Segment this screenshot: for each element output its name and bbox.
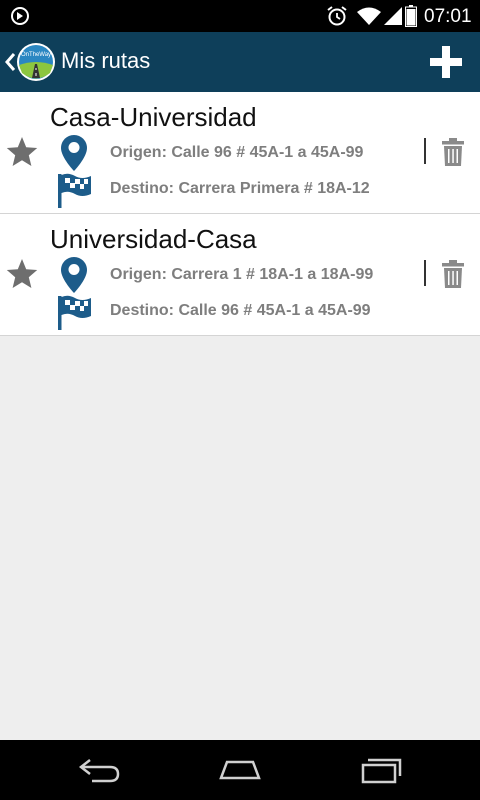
app-logo: OnTheWay [17,43,55,81]
destination-flag-icon [58,173,91,208]
signal-icon [384,7,402,25]
add-icon [430,46,462,78]
origin-pin-icon [61,257,87,293]
destination-flag-icon [58,295,91,330]
route-item[interactable]: Casa-Universidad Origen: Calle 96 # 45A-… [0,92,480,214]
vertical-divider [424,260,426,286]
home-icon [219,760,261,780]
route-list: Casa-Universidad Origen: Calle 96 # 45A-… [0,92,480,336]
route-destination: Destino: Calle 96 # 45A-1 a 45A-99 [110,302,371,319]
origin-pin-icon [61,135,87,171]
vertical-divider [424,138,426,164]
notification-icon [11,7,29,25]
up-navigation-button[interactable]: OnTheWay [0,32,56,92]
status-clock: 07:01 [424,6,472,27]
page-title: Mis rutas [61,48,151,73]
nav-recents-button[interactable] [346,750,416,790]
nav-back-button[interactable] [65,750,135,790]
route-name: Universidad-Casa [50,224,257,254]
recents-icon [361,758,402,784]
route-destination: Destino: Carrera Primera # 18A-12 [110,180,370,197]
chevron-left-icon [5,53,16,71]
back-icon [78,759,120,783]
route-origin: Origen: Calle 96 # 45A-1 a 45A-99 [110,144,364,161]
app-logo-text: OnTheWay [21,52,51,58]
trash-icon [442,138,464,166]
navigation-bar [0,740,480,800]
alarm-icon [327,6,347,26]
star-icon[interactable] [6,136,38,168]
add-route-button[interactable] [416,32,476,92]
delete-route-button[interactable] [436,132,470,172]
route-item[interactable]: Universidad-Casa Origen: Carrera 1 # 18A… [0,214,480,336]
trash-icon [442,260,464,288]
wifi-icon [357,7,381,25]
status-bar: 07:01 [0,0,480,32]
route-origin: Origen: Carrera 1 # 18A-1 a 18A-99 [110,266,374,283]
route-name: Casa-Universidad [50,102,257,132]
nav-home-button[interactable] [205,750,275,790]
action-bar: OnTheWay Mis rutas [0,32,480,92]
battery-icon [405,5,417,27]
delete-route-button[interactable] [436,254,470,294]
star-icon[interactable] [6,258,38,290]
